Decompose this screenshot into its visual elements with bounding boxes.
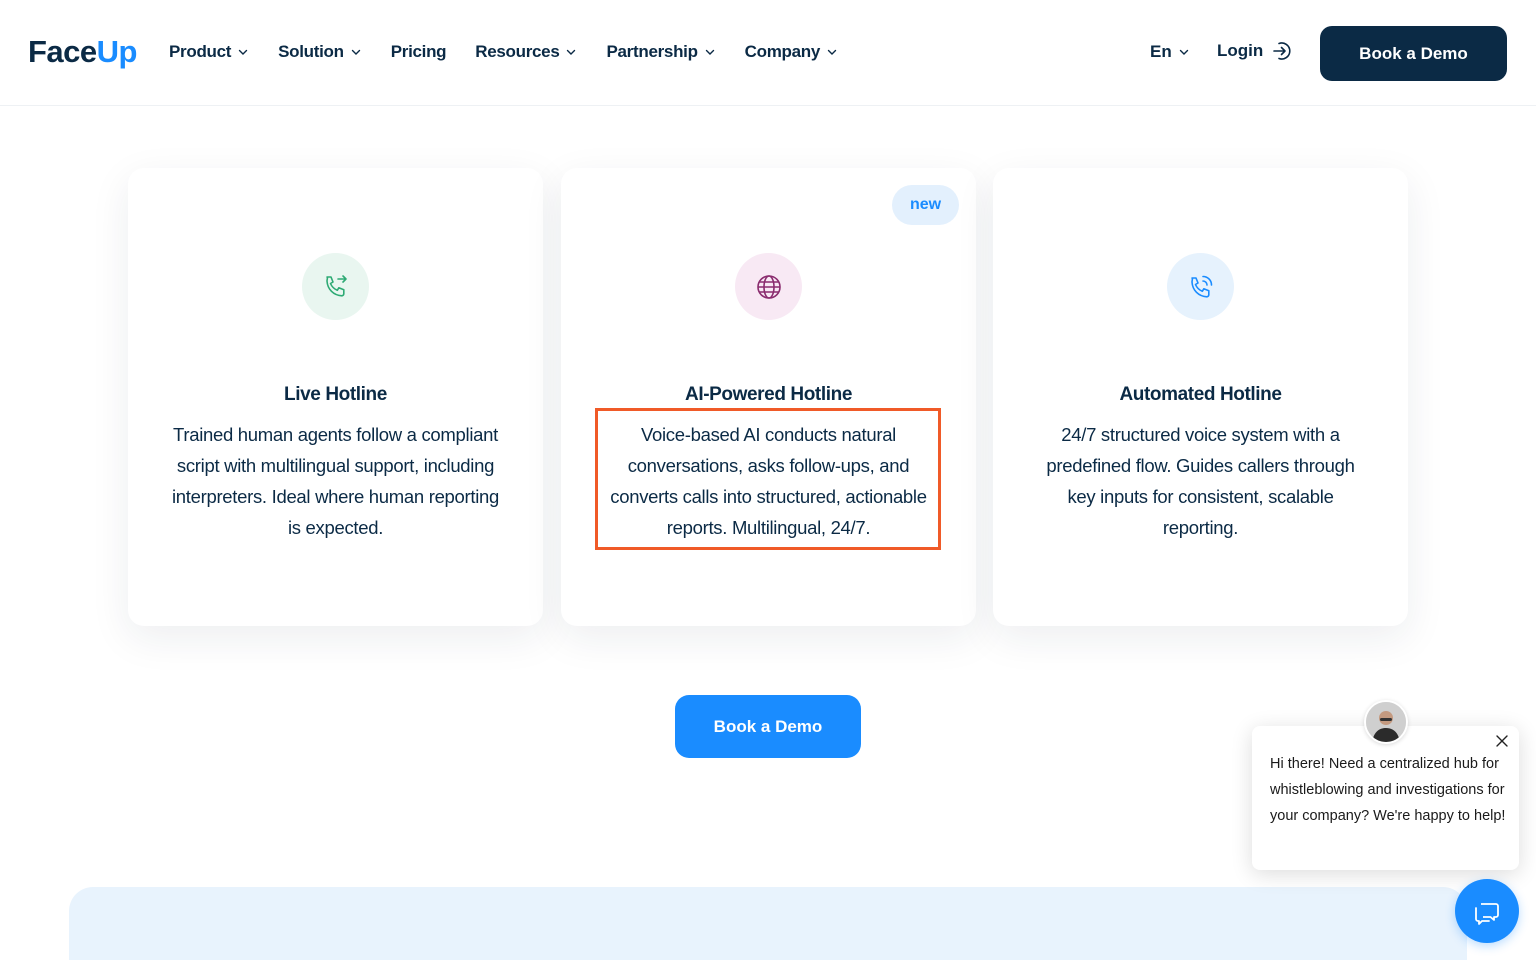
- card-live-hotline: Live Hotline Trained human agents follow…: [128, 168, 543, 626]
- chat-launcher-button[interactable]: [1455, 879, 1519, 943]
- chat-message: Hi there! Need a centralized hub for whi…: [1270, 756, 1506, 824]
- book-demo-button[interactable]: Book a Demo: [675, 695, 861, 758]
- nav-company[interactable]: Company: [745, 42, 838, 62]
- chevron-down-icon: [705, 49, 714, 55]
- chat-bubble-icon: [1475, 903, 1499, 925]
- nav-pricing[interactable]: Pricing: [391, 42, 447, 62]
- globe-icon: [756, 274, 781, 299]
- icon-badge: [1167, 253, 1234, 320]
- bottom-section-panel: [69, 887, 1467, 960]
- nav-product[interactable]: Product: [169, 42, 249, 62]
- card-title: Live Hotline: [284, 384, 387, 405]
- book-demo-header-button[interactable]: Book a Demo: [1320, 26, 1507, 81]
- login-arrow-icon: [1273, 42, 1291, 60]
- site-header: FaceUp Product Solution Pricing Resource…: [0, 0, 1536, 106]
- icon-badge: [302, 253, 369, 320]
- card-title: AI-Powered Hotline: [685, 384, 852, 405]
- language-selector[interactable]: En: [1150, 42, 1190, 62]
- chevron-down-icon: [351, 49, 360, 55]
- chevron-down-icon: [827, 49, 837, 55]
- main-nav: Product Solution Pricing Resources Partn…: [169, 42, 867, 62]
- icon-badge: [735, 253, 802, 320]
- card-title: Automated Hotline: [1119, 384, 1282, 405]
- close-icon[interactable]: [1495, 734, 1509, 748]
- nav-resources[interactable]: Resources: [475, 42, 577, 62]
- agent-avatar: [1364, 700, 1408, 744]
- card-description: 24/7 structured voice system with a pred…: [1046, 424, 1355, 538]
- login-link[interactable]: Login: [1217, 40, 1293, 62]
- chevron-down-icon: [1179, 49, 1188, 55]
- chevron-down-icon: [567, 49, 576, 55]
- card-ai-hotline: new AI-Powered Hotline Voice-based AI co…: [561, 168, 976, 626]
- nav-solution[interactable]: Solution: [278, 42, 362, 62]
- chat-popup: Hi there! Need a centralized hub for whi…: [1252, 726, 1519, 870]
- person-avatar-icon: [1366, 702, 1406, 742]
- facesup-logo[interactable]: FaceUp: [28, 34, 138, 70]
- phone-ringing-icon: [1190, 275, 1212, 298]
- highlight-box: [595, 408, 941, 550]
- phone-forward-icon: [325, 274, 347, 297]
- nav-partnership[interactable]: Partnership: [606, 42, 715, 62]
- card-automated-hotline: Automated Hotline 24/7 structured voice …: [993, 168, 1408, 626]
- new-badge: new: [892, 185, 959, 225]
- card-description: Trained human agents follow a compliant …: [171, 424, 500, 538]
- chevron-down-icon: [238, 49, 248, 55]
